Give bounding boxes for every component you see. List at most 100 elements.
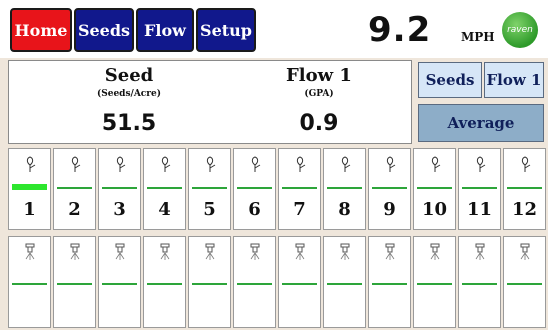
flow-row-cell[interactable]	[188, 236, 231, 328]
seed-icon	[206, 156, 216, 172]
row-number: 3	[113, 199, 126, 220]
nozzle-icon	[115, 243, 125, 260]
seed-status-bar	[57, 187, 92, 189]
seed-row-panel: 1 2 3 4 5 6 7 8 9 10 11 12	[8, 148, 548, 230]
seed-icon	[341, 156, 351, 172]
nozzle-icon	[340, 243, 350, 260]
flow-status-bar	[417, 283, 452, 285]
flow-row-cell[interactable]	[98, 236, 141, 328]
seed-status-bar	[507, 187, 542, 189]
flow-status-bar	[12, 283, 47, 285]
flow-status-bar	[372, 283, 407, 285]
seed-icon	[26, 156, 36, 172]
seed-row-cell[interactable]: 9	[368, 148, 411, 230]
row-number: 11	[466, 199, 493, 220]
seed-row-cell[interactable]: 12	[503, 148, 546, 230]
seed-row-cell[interactable]: 8	[323, 148, 366, 230]
rate-summary-panel: Seed (Seeds/Acre) 51.5 Flow 1 (GPA) 0.9	[8, 60, 412, 144]
row-number: 9	[383, 199, 396, 220]
seed-status-bar	[372, 187, 407, 189]
seed-row-cell[interactable]: 3	[98, 148, 141, 230]
flow-row-cell[interactable]	[323, 236, 366, 328]
seed-row-cell[interactable]: 11	[458, 148, 501, 230]
nozzle-icon	[160, 243, 170, 260]
flow-title: Flow 1	[286, 65, 352, 86]
nozzle-icon	[430, 243, 440, 260]
flow-status-bar	[192, 283, 227, 285]
logo-text: raven	[507, 25, 533, 35]
seed-icon	[251, 156, 261, 172]
seed-icon	[521, 156, 531, 172]
nozzle-icon	[25, 243, 35, 260]
row-number: 7	[293, 199, 306, 220]
flow-row-cell[interactable]	[503, 236, 546, 328]
seed-status-bar	[327, 187, 362, 189]
seed-row-cell[interactable]: 10	[413, 148, 456, 230]
flow-row-cell[interactable]	[278, 236, 321, 328]
seed-icon	[476, 156, 486, 172]
flow-status-bar	[462, 283, 497, 285]
seed-icon	[431, 156, 441, 172]
flow-row-cell[interactable]	[458, 236, 501, 328]
flow-row-cell[interactable]	[413, 236, 456, 328]
average-button[interactable]: Average	[418, 104, 544, 142]
view-seeds-button[interactable]: Seeds	[418, 62, 482, 98]
seed-units: (Seeds/Acre)	[96, 89, 162, 99]
flow-status-bar	[237, 283, 272, 285]
nozzle-icon	[250, 243, 260, 260]
seed-row-cell[interactable]: 6	[233, 148, 276, 230]
row-number: 1	[23, 199, 36, 220]
top-bar: Home Seeds Flow Setup 9.2 MPH raven	[0, 0, 548, 56]
seed-row-cell[interactable]: 4	[143, 148, 186, 230]
seed-row-cell[interactable]: 1	[8, 148, 51, 230]
seed-icon	[386, 156, 396, 172]
setup-button[interactable]: Setup	[196, 8, 256, 52]
home-button[interactable]: Home	[10, 8, 72, 52]
nozzle-icon	[295, 243, 305, 260]
seed-row-cell[interactable]: 5	[188, 148, 231, 230]
view-flow1-button[interactable]: Flow 1	[484, 62, 544, 98]
seed-status-bar	[102, 187, 137, 189]
flow-status-bar	[102, 283, 137, 285]
seeds-button[interactable]: Seeds	[74, 8, 134, 52]
seed-status-bar	[462, 187, 497, 189]
seed-status-bar	[237, 187, 272, 189]
seed-status-bar	[192, 187, 227, 189]
flow-row-cell[interactable]	[368, 236, 411, 328]
flow-status-bar	[57, 283, 92, 285]
seed-status-bar	[282, 187, 317, 189]
seed-icon	[71, 156, 81, 172]
row-number: 5	[203, 199, 216, 220]
flow-row-cell[interactable]	[8, 236, 51, 328]
row-number: 6	[248, 199, 261, 220]
flow-row-cell[interactable]	[143, 236, 186, 328]
flow-status-bar	[327, 283, 362, 285]
flow-status-bar	[147, 283, 182, 285]
row-number: 4	[158, 199, 171, 220]
brand-logo-icon: raven	[502, 12, 538, 48]
seed-status-bar	[417, 187, 452, 189]
flow-button[interactable]: Flow	[136, 8, 194, 52]
flow-status-bar	[507, 283, 542, 285]
seed-status-bar	[147, 187, 182, 189]
seed-row-cell[interactable]: 7	[278, 148, 321, 230]
seed-icon	[296, 156, 306, 172]
row-number: 10	[421, 199, 448, 220]
seed-icon	[116, 156, 126, 172]
nozzle-icon	[70, 243, 80, 260]
flow-row-cell[interactable]	[233, 236, 276, 328]
speed-unit: MPH	[461, 30, 495, 44]
speed-readout: 9.2	[368, 10, 432, 50]
nozzle-icon	[205, 243, 215, 260]
nozzle-icon	[520, 243, 530, 260]
flow-units: (GPA)	[304, 89, 334, 99]
flow-row-panel	[8, 236, 548, 328]
flow-rate-value: 0.9	[299, 111, 339, 136]
flow-row-cell[interactable]	[53, 236, 96, 328]
seed-row-cell[interactable]: 2	[53, 148, 96, 230]
flow-status-bar	[282, 283, 317, 285]
seed-title: Seed	[104, 65, 154, 86]
row-number: 2	[68, 199, 81, 220]
seed-rate-value: 51.5	[101, 111, 157, 136]
seed-icon	[161, 156, 171, 172]
